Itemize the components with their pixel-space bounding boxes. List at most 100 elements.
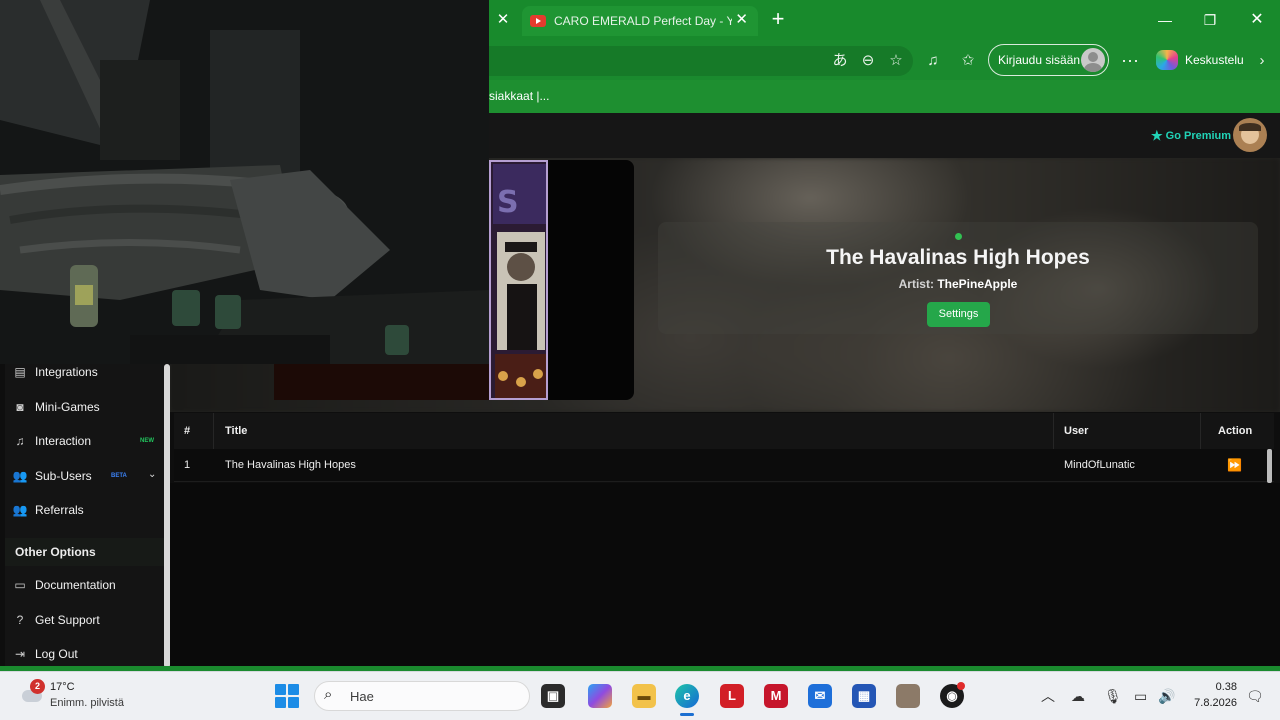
close-window-button[interactable]: ✕ xyxy=(1247,10,1267,30)
start-tile xyxy=(275,697,286,708)
copilot-icon[interactable] xyxy=(1156,50,1178,70)
artist-label: Artist: xyxy=(898,277,934,291)
sidebar-item-label: Mini-Games xyxy=(35,400,100,414)
sidebar-item-mini-games[interactable]: ◙ Mini-Games xyxy=(12,396,160,418)
more-menu-icon[interactable]: ⋯ xyxy=(1120,52,1140,70)
taskbar-search-box[interactable] xyxy=(314,681,530,711)
column-header-user: User xyxy=(1064,425,1089,437)
search-icon: ⌕ xyxy=(324,686,333,703)
sidebar-item-label: Documentation xyxy=(35,578,116,592)
favorite-link[interactable]: siakkaat |... xyxy=(489,89,549,103)
volume-icon[interactable]: 🔊 xyxy=(1158,688,1175,704)
weather-temperature[interactable]: 17°C xyxy=(50,681,75,693)
referrals-icon: 👥 xyxy=(12,503,28,517)
star-icon: ★ xyxy=(1151,128,1163,143)
album-art-image: S xyxy=(491,162,546,398)
help-icon: ? xyxy=(16,613,24,627)
start-tile xyxy=(288,697,299,708)
notifications-icon[interactable]: 🗨 xyxy=(1246,688,1264,704)
sidebar-item-label: Get Support xyxy=(35,613,100,627)
svg-text:S: S xyxy=(497,185,519,220)
go-premium-link[interactable]: ★ Go Premium xyxy=(1151,128,1231,144)
zoom-icon[interactable]: ⊖ xyxy=(858,52,878,70)
start-button[interactable] xyxy=(275,684,299,708)
close-tab-icon[interactable]: ✕ xyxy=(496,12,510,28)
clock-time[interactable]: 0.38 xyxy=(1205,681,1237,693)
new-badge: NEW xyxy=(140,438,154,444)
signin-label: Kirjaudu sisään xyxy=(998,53,1081,67)
beta-badge: BETA xyxy=(111,473,127,479)
sidebar-item-get-support[interactable]: ? Get Support xyxy=(12,609,160,631)
microphone-icon[interactable]: 🎙 xyxy=(1104,688,1122,704)
store-icon[interactable]: ▦ xyxy=(852,684,876,708)
chevron-right-icon[interactable]: › xyxy=(1252,52,1272,70)
task-view-icon[interactable]: ▣ xyxy=(541,684,565,708)
display-icon[interactable]: ▭ xyxy=(1134,688,1147,704)
row-title: The Havalinas High Hopes xyxy=(225,459,356,471)
queue-table-header xyxy=(174,413,1274,449)
column-header-number: # xyxy=(184,425,191,437)
sidebar-item-label: Log Out xyxy=(35,647,78,661)
clock-date[interactable]: 7.8.2026 xyxy=(1190,697,1237,709)
favorites-icon[interactable]: ✩ xyxy=(958,52,978,70)
edge-browser-icon[interactable]: e xyxy=(675,684,699,708)
photo-app-icon[interactable] xyxy=(896,684,920,708)
document-icon: ▭ xyxy=(14,578,26,592)
new-tab-button[interactable]: + xyxy=(768,8,788,30)
skip-forward-icon[interactable]: ⏩ xyxy=(1227,458,1242,472)
webcam-overlay xyxy=(0,0,489,364)
live-status-indicator xyxy=(955,233,962,240)
album-panel xyxy=(548,160,634,400)
users-icon: 👥 xyxy=(12,469,28,483)
sidebar-scrollbar[interactable] xyxy=(164,364,170,668)
row-number: 1 xyxy=(184,459,191,471)
browser-tab[interactable]: CARO EMERALD Perfect Day - You ✕ xyxy=(522,6,758,36)
sidebar-item-integrations[interactable]: ▤ Integrations xyxy=(12,361,160,383)
sidebar-item-label: Interaction xyxy=(35,434,92,448)
user-avatar[interactable] xyxy=(1233,118,1267,152)
read-aloud-icon[interactable]: あ xyxy=(830,52,850,70)
active-app-indicator xyxy=(680,713,694,716)
network-icon[interactable]: ☁ xyxy=(1071,688,1085,704)
chevron-down-icon[interactable]: ⌄ xyxy=(148,469,156,480)
chevron-up-icon[interactable]: ︿ xyxy=(1041,688,1055,704)
column-divider xyxy=(1053,413,1054,449)
search-placeholder: Hae xyxy=(350,689,374,704)
sidebar-item-referrals[interactable]: 👥 Referrals xyxy=(12,499,160,521)
sidebar-item-label: Sub-Users xyxy=(35,469,92,483)
start-tile xyxy=(275,684,286,695)
column-divider xyxy=(213,413,214,449)
file-explorer-icon[interactable]: ▬ xyxy=(632,684,656,708)
sidebar-section-title: Other Options xyxy=(5,538,164,566)
restore-button[interactable]: ❐ xyxy=(1200,10,1220,30)
close-tab-icon[interactable]: ✕ xyxy=(735,12,748,28)
minimize-button[interactable]: — xyxy=(1155,10,1175,30)
signin-button[interactable]: Kirjaudu sisään xyxy=(988,44,1109,76)
table-scrollbar[interactable] xyxy=(1267,449,1272,483)
artist-line: Artist: ThePineApple xyxy=(758,277,1158,291)
start-tile xyxy=(288,684,299,695)
mail-icon[interactable]: ✉ xyxy=(808,684,832,708)
row-user: MindOfLunatic xyxy=(1064,459,1135,471)
music-icon: ♫ xyxy=(15,434,25,448)
copilot-app-icon[interactable] xyxy=(588,684,612,708)
favorite-star-icon[interactable]: ☆ xyxy=(886,52,906,70)
sidebar-item-interaction[interactable]: ♫ Interaction NEW xyxy=(12,430,160,452)
sidebar-item-log-out[interactable]: ⇥ Log Out xyxy=(12,643,160,665)
copilot-label[interactable]: Keskustelu xyxy=(1185,53,1244,67)
settings-button[interactable]: Settings xyxy=(927,302,990,327)
logout-icon: ⇥ xyxy=(14,647,26,661)
sidebar-item-documentation[interactable]: ▭ Documentation xyxy=(12,574,160,596)
media-control-icon[interactable]: ♫ xyxy=(923,52,943,70)
youtube-icon xyxy=(530,15,546,27)
sidebar-item-sub-users[interactable]: 👥 Sub-Users BETA ⌄ xyxy=(12,465,160,487)
column-header-title: Title xyxy=(225,425,248,437)
sidebar-item-label: Integrations xyxy=(35,365,98,379)
mcafee-icon[interactable]: M xyxy=(764,684,788,708)
weather-description[interactable]: Enimm. pilvistä xyxy=(50,697,124,709)
column-divider xyxy=(1200,413,1201,449)
integrations-icon: ▤ xyxy=(14,365,26,379)
recording-indicator xyxy=(957,682,965,690)
premium-label: Go Premium xyxy=(1165,130,1232,142)
lastpass-icon[interactable]: L xyxy=(720,684,744,708)
